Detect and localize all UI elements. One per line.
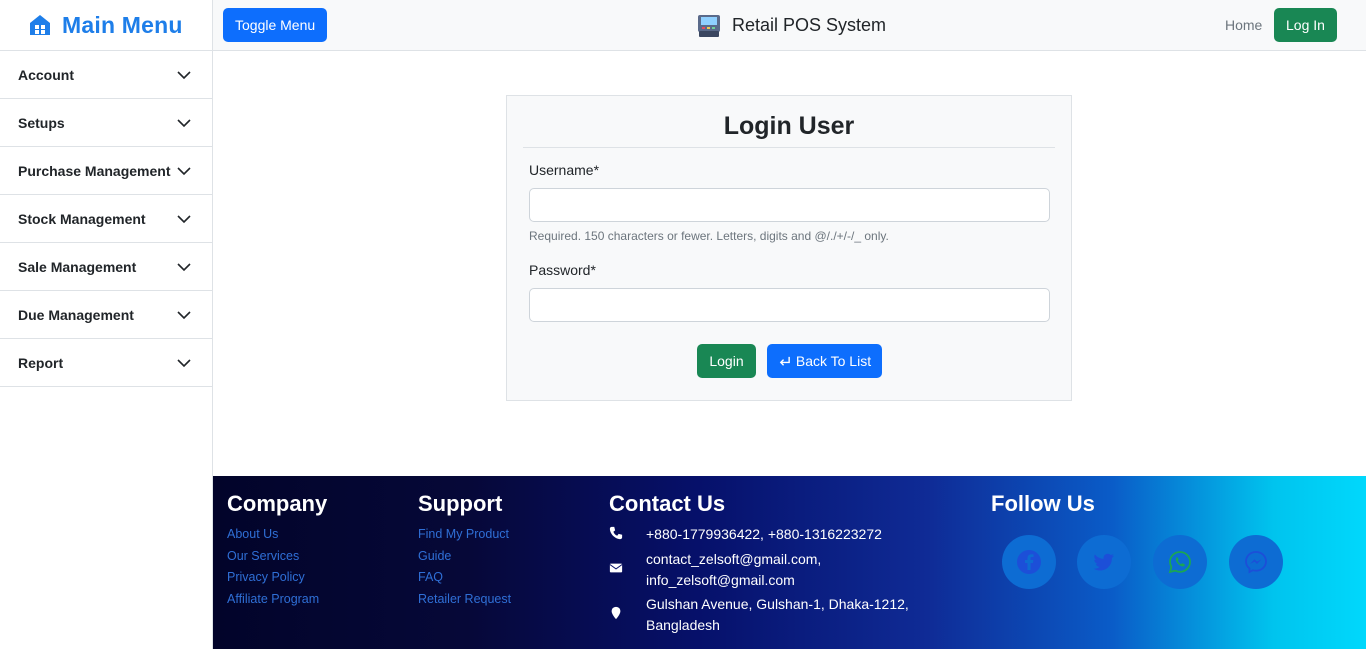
contact-email: contact_zelsoft@gmail.com, info_zelsoft@… bbox=[609, 549, 821, 591]
footer-link-our-services[interactable]: Our Services bbox=[227, 549, 299, 563]
messenger-icon bbox=[1245, 551, 1267, 574]
footer-link-guide[interactable]: Guide bbox=[418, 549, 451, 563]
password-input[interactable] bbox=[529, 288, 1050, 322]
messenger-link[interactable] bbox=[1229, 535, 1283, 589]
sidebar-title: Main Menu bbox=[62, 11, 183, 38]
chevron-down-icon bbox=[177, 310, 191, 319]
footer-contact-heading: Contact Us bbox=[609, 491, 726, 516]
contact-address-line2: Bangladesh bbox=[646, 617, 720, 633]
contact-email-line1: contact_zelsoft@gmail.com, bbox=[646, 551, 822, 567]
sidebar-item-label: Due Management bbox=[18, 306, 134, 323]
login-button[interactable]: Login bbox=[697, 344, 756, 378]
sidebar-item-setups[interactable]: Setups bbox=[0, 99, 212, 147]
sidebar-item-label: Account bbox=[18, 66, 74, 83]
sidebar-item-label: Purchase Management bbox=[18, 162, 171, 179]
footer-link-about-us[interactable]: About Us bbox=[227, 527, 278, 541]
username-label: Username* bbox=[529, 162, 600, 178]
pos-terminal-icon bbox=[698, 15, 720, 37]
sidebar-item-report[interactable]: Report bbox=[0, 339, 212, 387]
sidebar-item-stock-management[interactable]: Stock Management bbox=[0, 195, 212, 243]
footer-link-retailer-request[interactable]: Retailer Request bbox=[418, 592, 511, 606]
sidebar: Main Menu Account Setups Purchase Manage… bbox=[0, 0, 213, 649]
footer: Company About Us Our Services Privacy Po… bbox=[213, 476, 1366, 649]
password-label: Password* bbox=[529, 262, 596, 278]
footer-link-faq[interactable]: FAQ bbox=[418, 570, 443, 584]
footer-link-affiliate-program[interactable]: Affiliate Program bbox=[227, 592, 319, 606]
chevron-down-icon bbox=[177, 262, 191, 271]
username-input[interactable] bbox=[529, 188, 1050, 222]
sidebar-item-sale-management[interactable]: Sale Management bbox=[0, 243, 212, 291]
sidebar-item-label: Setups bbox=[18, 114, 65, 131]
contact-phone: +880-1779936422, +880-1316223272 bbox=[609, 524, 882, 545]
contact-address-line1: Gulshan Avenue, Gulshan-1, Dhaka-1212, bbox=[646, 596, 909, 612]
home-icon bbox=[30, 15, 50, 35]
envelope-icon bbox=[609, 563, 623, 573]
chevron-down-icon bbox=[177, 118, 191, 127]
chevron-down-icon bbox=[177, 358, 191, 367]
back-to-list-button[interactable]: Back To List bbox=[767, 344, 882, 378]
sidebar-item-account[interactable]: Account bbox=[0, 51, 212, 99]
username-help-text: Required. 150 characters or fewer. Lette… bbox=[529, 229, 889, 243]
sidebar-item-due-management[interactable]: Due Management bbox=[0, 291, 212, 339]
facebook-link[interactable] bbox=[1002, 535, 1056, 589]
log-in-button[interactable]: Log In bbox=[1274, 8, 1337, 42]
contact-email-line2: info_zelsoft@gmail.com bbox=[646, 572, 795, 588]
app-title: Retail POS System bbox=[732, 15, 887, 35]
footer-company-heading: Company bbox=[227, 491, 328, 516]
footer-follow-heading: Follow Us bbox=[991, 491, 1095, 516]
contact-phone-text: +880-1779936422, +880-1316223272 bbox=[646, 526, 882, 542]
chevron-down-icon bbox=[177, 70, 191, 79]
home-link[interactable]: Home bbox=[1225, 17, 1262, 33]
location-pin-icon bbox=[611, 606, 621, 620]
top-navbar: Toggle Menu Retail POS System Home Log I… bbox=[213, 0, 1366, 51]
footer-support-heading: Support bbox=[418, 491, 503, 516]
sidebar-item-label: Sale Management bbox=[18, 258, 137, 275]
back-to-list-label: Back To List bbox=[795, 353, 872, 369]
sidebar-header[interactable]: Main Menu bbox=[0, 0, 212, 51]
twitter-link[interactable] bbox=[1077, 535, 1131, 589]
contact-address: Gulshan Avenue, Gulshan-1, Dhaka-1212, B… bbox=[609, 594, 909, 636]
chevron-down-icon bbox=[177, 214, 191, 223]
chevron-down-icon bbox=[177, 166, 191, 175]
sidebar-item-purchase-management[interactable]: Purchase Management bbox=[0, 147, 212, 195]
footer-link-privacy-policy[interactable]: Privacy Policy bbox=[227, 570, 305, 584]
login-title: Login User bbox=[523, 110, 1055, 148]
phone-icon bbox=[609, 526, 623, 540]
sidebar-item-label: Stock Management bbox=[18, 210, 146, 227]
whatsapp-icon bbox=[1168, 551, 1191, 574]
whatsapp-link[interactable] bbox=[1153, 535, 1207, 589]
login-card: Login User Username* Required. 150 chara… bbox=[506, 95, 1072, 401]
app-brand[interactable]: Retail POS System bbox=[696, 12, 886, 39]
return-arrow-icon bbox=[779, 356, 790, 366]
twitter-icon bbox=[1093, 553, 1114, 571]
toggle-menu-button[interactable]: Toggle Menu bbox=[223, 8, 328, 42]
sidebar-item-label: Report bbox=[18, 354, 64, 371]
footer-link-find-my-product[interactable]: Find My Product bbox=[418, 527, 509, 541]
facebook-icon bbox=[1017, 550, 1041, 574]
